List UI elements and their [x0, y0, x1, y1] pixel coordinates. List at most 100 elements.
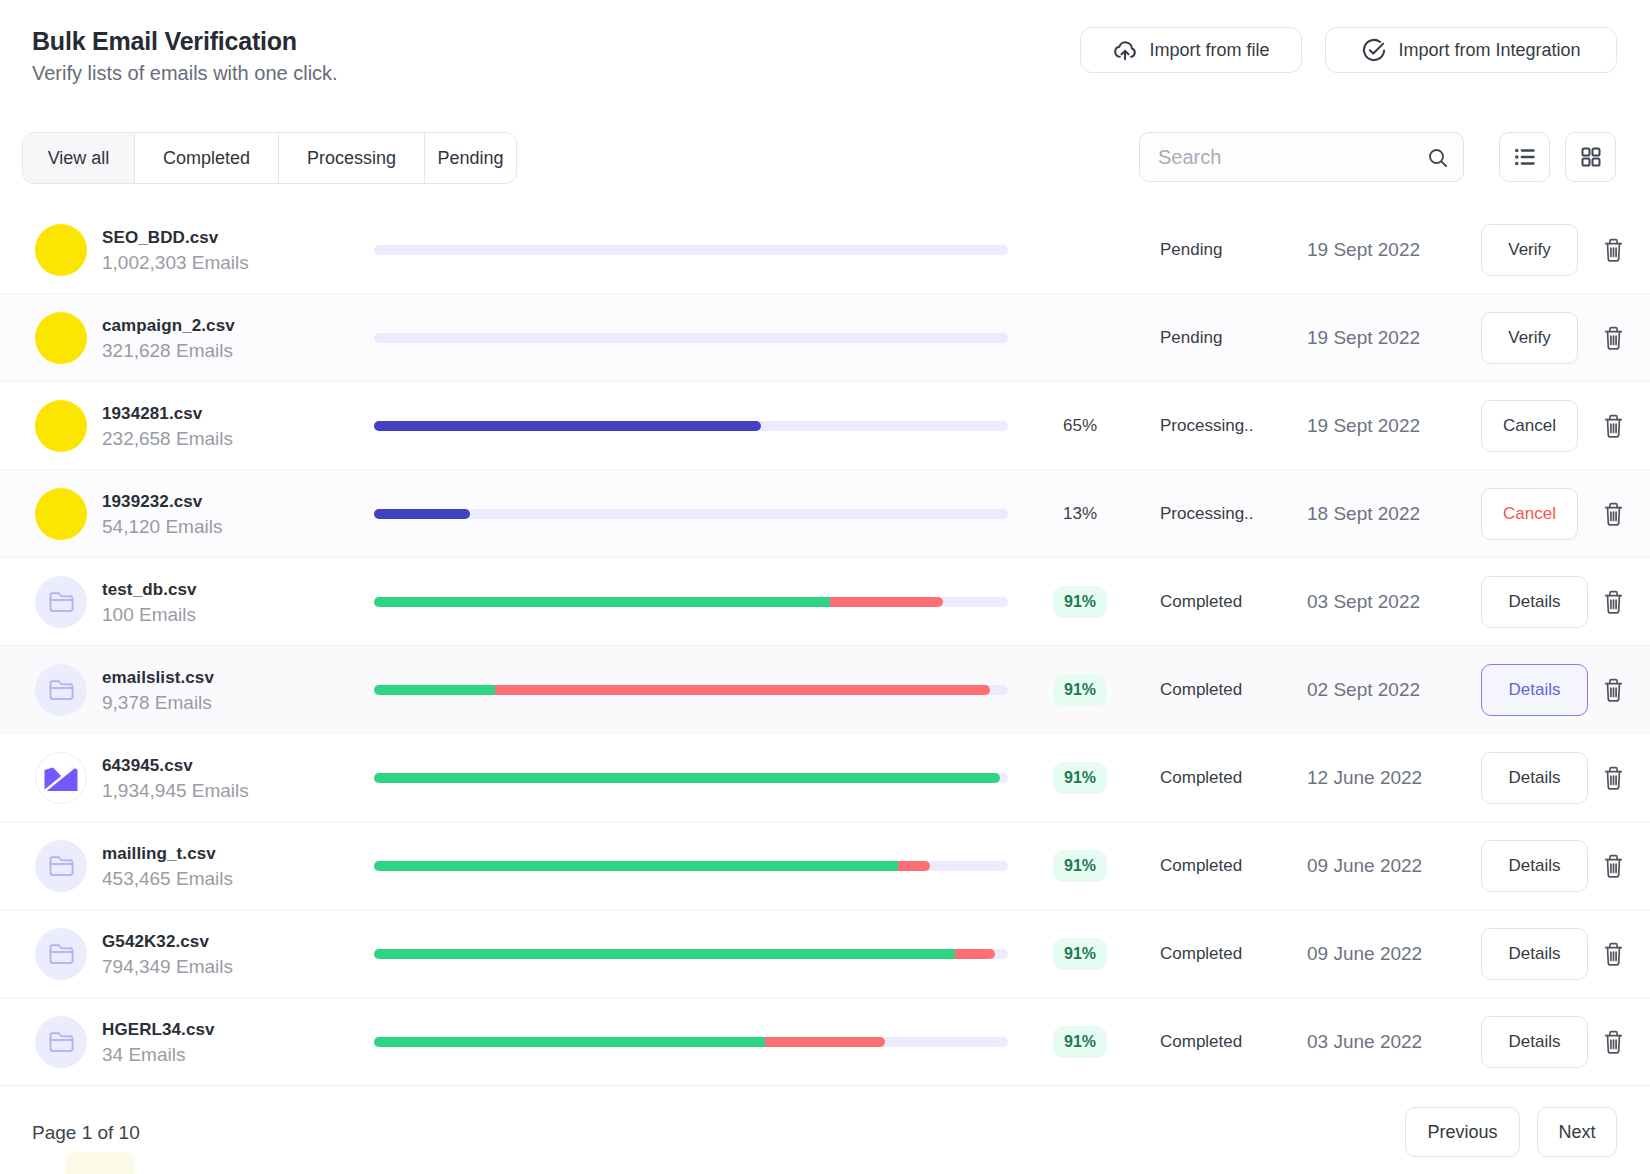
folder-icon — [35, 664, 87, 716]
progress-bar — [374, 773, 1008, 783]
file-info: 1939232.csv54,120 Emails — [102, 489, 222, 538]
file-email-count: 9,378 Emails — [102, 689, 214, 714]
file-email-count: 34 Emails — [102, 1041, 215, 1066]
details-button[interactable]: Details — [1481, 928, 1588, 980]
file-name: test_db.csv — [102, 577, 197, 601]
previous-button[interactable]: Previous — [1405, 1107, 1520, 1157]
file-email-count: 453,465 Emails — [102, 865, 233, 890]
verify-button[interactable]: Verify — [1481, 224, 1578, 276]
cancel-button[interactable]: Cancel — [1481, 488, 1578, 540]
details-button[interactable]: Details — [1481, 1016, 1588, 1068]
percent-cell: 91% — [1040, 938, 1120, 970]
trash-icon[interactable] — [1601, 1028, 1629, 1058]
status-label: Completed — [1160, 1032, 1300, 1052]
file-email-count: 1,002,303 Emails — [102, 249, 249, 274]
date-label: 03 June 2022 — [1307, 1031, 1457, 1053]
list-view-button[interactable] — [1499, 132, 1550, 182]
percent-badge: 91% — [1053, 762, 1107, 794]
date-label: 18 Sept 2022 — [1307, 503, 1457, 525]
percent-badge: 91% — [1053, 850, 1107, 882]
status-label: Completed — [1160, 768, 1300, 788]
file-name: HGERL34.csv — [102, 1017, 215, 1041]
details-button[interactable]: Details — [1481, 840, 1588, 892]
import-from-integration-button[interactable]: Import from Integration — [1325, 27, 1617, 73]
file-name: SEO_BDD.csv — [102, 225, 249, 249]
trash-icon[interactable] — [1601, 764, 1629, 794]
status-label: Completed — [1160, 944, 1300, 964]
table-row: 643945.csv1,934,945 Emails91%Completed12… — [0, 734, 1650, 822]
file-name: 1939232.csv — [102, 489, 222, 513]
tab-processing[interactable]: Processing — [278, 133, 424, 183]
tab-completed[interactable]: Completed — [134, 133, 278, 183]
trash-icon[interactable] — [1601, 324, 1629, 354]
status-label: Pending — [1160, 328, 1300, 348]
date-label: 19 Sept 2022 — [1307, 327, 1457, 349]
tab-pending[interactable]: Pending — [424, 133, 516, 183]
cloud-upload-icon — [1112, 37, 1138, 63]
import-from-file-button[interactable]: Import from file — [1080, 27, 1302, 73]
trash-icon[interactable] — [1601, 940, 1629, 970]
date-label: 02 Sept 2022 — [1307, 679, 1457, 701]
yellow-dot-icon — [35, 224, 87, 276]
details-button[interactable]: Details — [1481, 752, 1588, 804]
percent-cell: 91% — [1040, 586, 1120, 618]
file-name: emailslist.csv — [102, 665, 214, 689]
progress-bar — [374, 861, 1008, 871]
table-row: 1934281.csv232,658 Emails65%Processing..… — [0, 382, 1650, 470]
table-row: HGERL34.csv34 Emails91%Completed03 June … — [0, 998, 1650, 1086]
progress-bar — [374, 509, 1008, 519]
search-icon — [1426, 146, 1450, 170]
grid-view-button[interactable] — [1565, 132, 1616, 182]
percent-cell: 65% — [1040, 416, 1120, 436]
yellow-dot-icon — [35, 400, 87, 452]
file-info: emailslist.csv9,378 Emails — [102, 665, 214, 714]
trash-icon[interactable] — [1601, 588, 1629, 618]
folder-icon — [35, 576, 87, 628]
folder-icon — [35, 840, 87, 892]
file-name: 1934281.csv — [102, 401, 233, 425]
date-label: 19 Sept 2022 — [1307, 415, 1457, 437]
tab-view-all[interactable]: View all — [23, 133, 134, 183]
file-info: G542K32.csv794,349 Emails — [102, 929, 233, 978]
table-row: emailslist.csv9,378 Emails91%Completed02… — [0, 646, 1650, 734]
check-circle-icon — [1361, 37, 1387, 63]
notification-blob — [65, 1152, 135, 1174]
trash-icon[interactable] — [1601, 500, 1629, 530]
page-indicator: Page 1 of 10 — [32, 1122, 140, 1144]
status-label: Pending — [1160, 240, 1300, 260]
folder-icon — [35, 1016, 87, 1068]
next-button[interactable]: Next — [1537, 1107, 1617, 1157]
table-row: G542K32.csv794,349 Emails91%Completed09 … — [0, 910, 1650, 998]
file-table: SEO_BDD.csv1,002,303 Emails Pending 19 Sep… — [0, 206, 1650, 1086]
trash-icon[interactable] — [1601, 412, 1629, 442]
import-from-integration-label: Import from Integration — [1398, 40, 1580, 61]
file-name: 643945.csv — [102, 753, 249, 777]
status-label: Completed — [1160, 680, 1300, 700]
file-info: 1934281.csv232,658 Emails — [102, 401, 233, 450]
percent-badge: 91% — [1053, 586, 1107, 618]
table-row: campaign_2.csv321,628 EmailsPending19 Se… — [0, 294, 1650, 382]
date-label: 19 Sept 2022 — [1307, 239, 1457, 261]
details-button[interactable]: Details — [1481, 576, 1588, 628]
trash-icon[interactable] — [1601, 676, 1629, 706]
progress-bar — [374, 421, 1008, 431]
details-button[interactable]: Details — [1481, 664, 1588, 716]
trash-icon[interactable] — [1601, 236, 1629, 266]
file-email-count: 794,349 Emails — [102, 953, 233, 978]
verify-button[interactable]: Verify — [1481, 312, 1578, 364]
yellow-dot-icon — [35, 488, 87, 540]
status-label: Completed — [1160, 592, 1300, 612]
progress-bar — [374, 245, 1008, 255]
import-from-file-label: Import from file — [1149, 40, 1269, 61]
file-info: SEO_BDD.csv1,002,303 Emails — [102, 225, 249, 274]
file-info: mailling_t.csv453,465 Emails — [102, 841, 233, 890]
search-input[interactable] — [1158, 133, 1418, 181]
trash-icon[interactable] — [1601, 852, 1629, 882]
file-name: G542K32.csv — [102, 929, 233, 953]
table-row: mailling_t.csv453,465 Emails91%Completed… — [0, 822, 1650, 910]
file-email-count: 232,658 Emails — [102, 425, 233, 450]
file-name: mailling_t.csv — [102, 841, 233, 865]
cancel-button[interactable]: Cancel — [1481, 400, 1578, 452]
file-email-count: 321,628 Emails — [102, 337, 235, 362]
table-row: 1939232.csv54,120 Emails13%Processing..1… — [0, 470, 1650, 558]
